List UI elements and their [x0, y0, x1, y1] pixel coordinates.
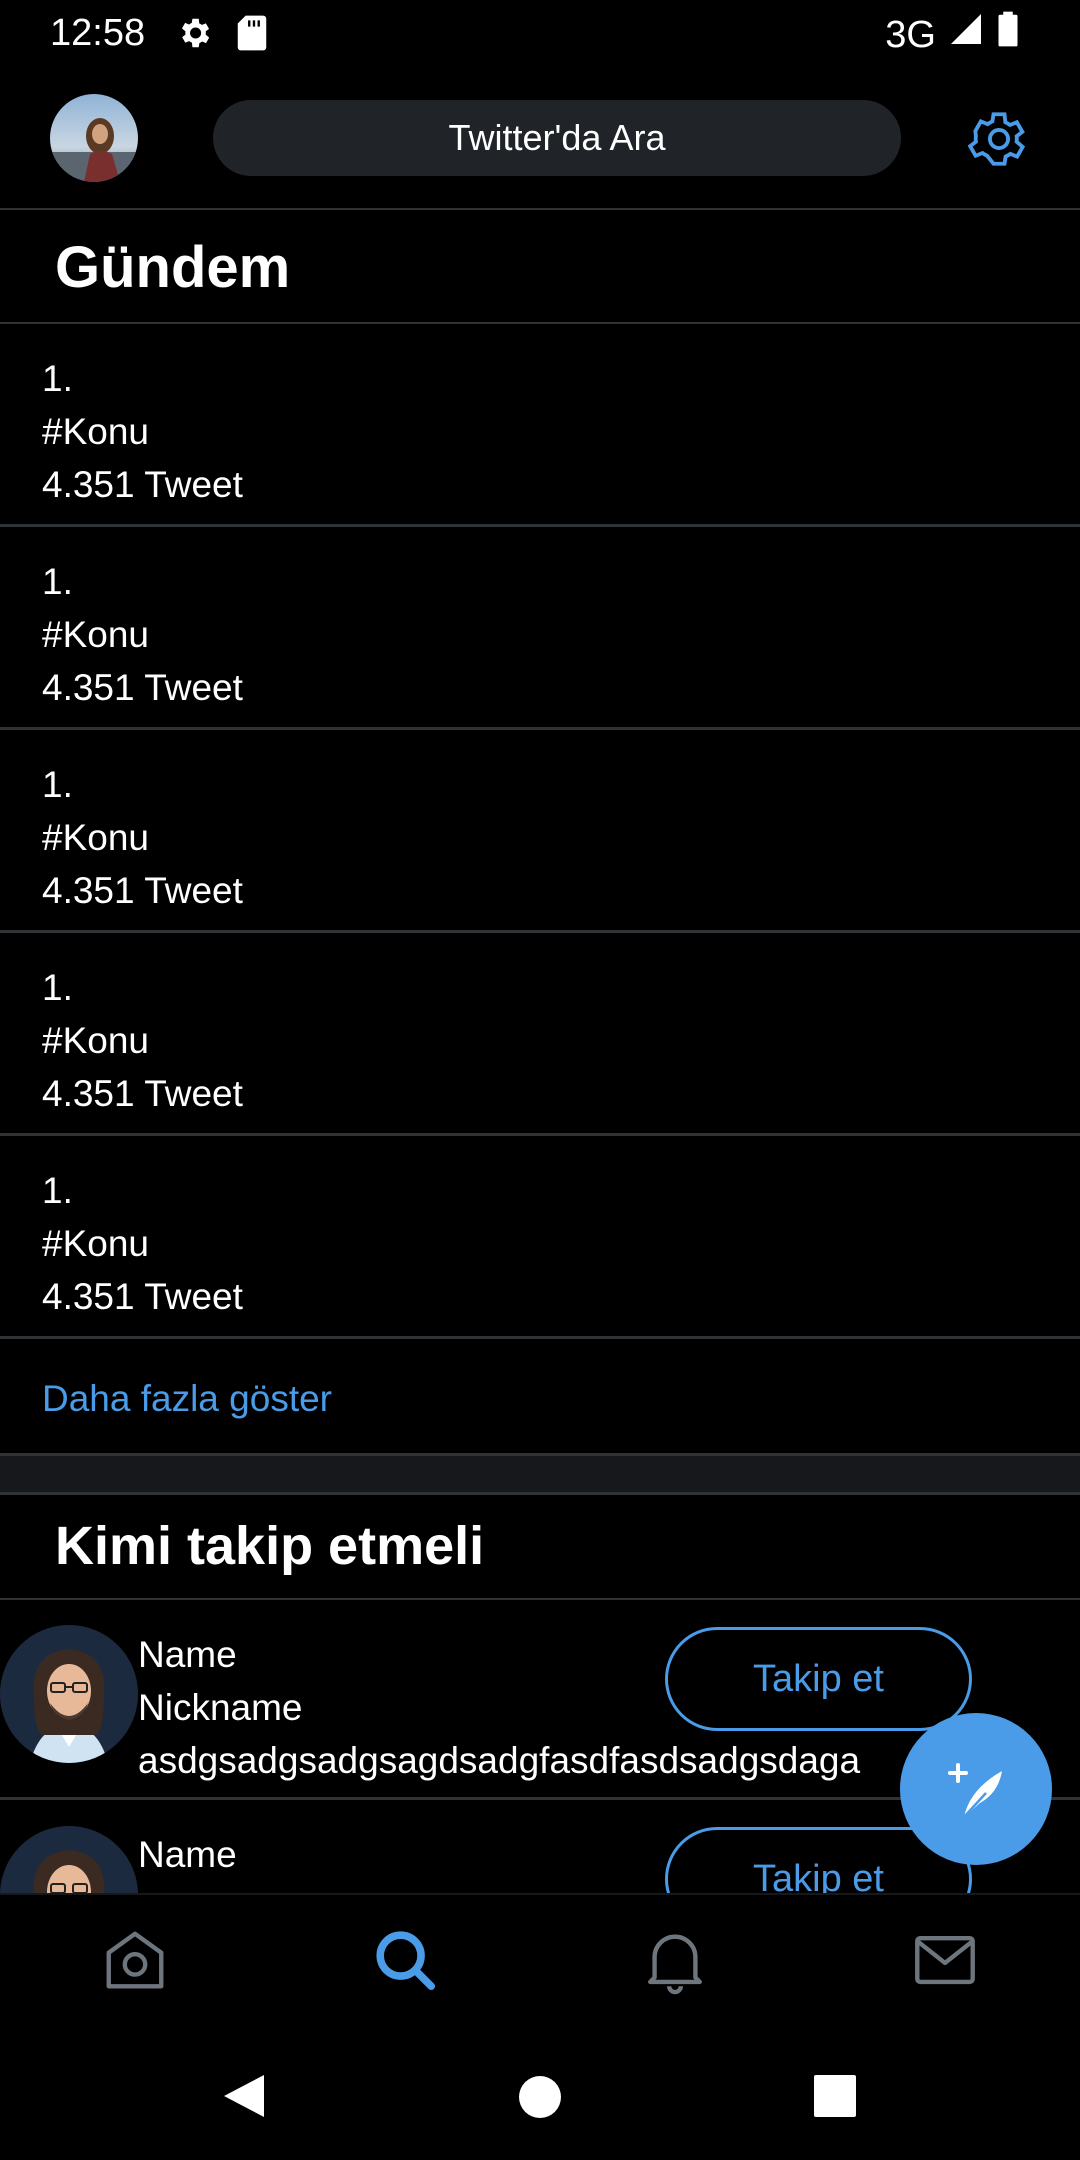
trend-count: 4.351 Tweet — [42, 1276, 243, 1317]
explore-screen: 12:58 3G Twitter'da Ara Gündem 1. #Konu … — [0, 0, 1080, 2160]
trend-count: 4.351 Tweet — [42, 1073, 243, 1114]
status-right: 3G — [885, 10, 1020, 59]
user-bio: asdgsadgsadgsagdsadgfasdfasdsadgsdaga — [138, 1740, 861, 1781]
trend-rank: 1. — [42, 358, 73, 399]
trend-rank: 1. — [42, 764, 73, 805]
trend-count: 4.351 Tweet — [42, 464, 243, 505]
trend-topic: #Konu — [42, 614, 149, 655]
trend-list: 1. #Konu 4.351 Tweet 1. #Konu 4.351 Twee… — [0, 324, 1080, 1339]
trends-title: Gündem — [55, 235, 291, 300]
search-input[interactable]: Twitter'da Ara — [213, 100, 901, 176]
sd-card-icon — [235, 14, 269, 57]
user-nickname: Nickname — [138, 1881, 303, 1893]
mail-icon[interactable] — [910, 1925, 980, 1995]
bottom-navigation — [0, 1893, 1080, 2033]
signal-icon — [948, 11, 984, 58]
search-icon[interactable] — [370, 1925, 440, 1995]
trend-item[interactable]: 1. #Konu 4.351 Tweet — [0, 1136, 1080, 1339]
top-header: Twitter'da Ara — [0, 66, 1080, 210]
who-to-follow-header: Kimi takip etmeli — [0, 1495, 1080, 1600]
user-avatar[interactable] — [0, 1826, 138, 1893]
follow-button[interactable]: Takip et — [665, 1627, 972, 1731]
user-avatar[interactable] — [0, 1625, 138, 1763]
recents-square-icon[interactable] — [814, 2075, 856, 2117]
trend-item[interactable]: 1. #Konu 4.351 Tweet — [0, 730, 1080, 933]
trend-rank: 1. — [42, 1170, 73, 1211]
trend-topic: #Konu — [42, 1020, 149, 1061]
trend-item[interactable]: 1. #Konu 4.351 Tweet — [0, 527, 1080, 730]
trend-rank: 1. — [42, 967, 73, 1008]
home-icon[interactable] — [100, 1925, 170, 1995]
bell-icon[interactable] — [640, 1925, 710, 1995]
profile-avatar[interactable] — [50, 94, 138, 182]
status-left-icons — [175, 14, 269, 57]
user-info: Name Nickname — [138, 1828, 303, 1893]
compose-feather-icon — [948, 1763, 1002, 1818]
battery-icon — [996, 10, 1020, 59]
user-name: Name — [138, 1834, 237, 1875]
trend-item[interactable]: 1. #Konu 4.351 Tweet — [0, 933, 1080, 1136]
status-bar: 12:58 3G — [0, 0, 1080, 66]
compose-tweet-button[interactable] — [900, 1713, 1052, 1865]
show-more-label: Daha fazla göster — [42, 1378, 333, 1419]
back-icon[interactable] — [222, 2073, 266, 2119]
search-placeholder: Twitter'da Ara — [448, 117, 666, 158]
trend-topic: #Konu — [42, 817, 149, 858]
show-more-link[interactable]: Daha fazla göster — [0, 1348, 1080, 1456]
trend-topic: #Konu — [42, 411, 149, 452]
network-type: 3G — [885, 13, 936, 56]
trend-topic: #Konu — [42, 1223, 149, 1264]
trend-count: 4.351 Tweet — [42, 667, 243, 708]
home-circle-icon[interactable] — [518, 2075, 562, 2119]
who-to-follow-title: Kimi takip etmeli — [55, 1516, 485, 1576]
status-time: 12:58 — [50, 12, 146, 54]
trends-header: Gündem — [0, 210, 1080, 324]
trend-rank: 1. — [42, 561, 73, 602]
gear-icon[interactable] — [966, 106, 1032, 172]
trend-item[interactable]: 1. #Konu 4.351 Tweet — [0, 324, 1080, 527]
system-navigation-bar — [0, 2031, 1080, 2160]
trend-count: 4.351 Tweet — [42, 870, 243, 911]
section-divider — [0, 1456, 1080, 1495]
settings-gear-icon — [175, 14, 213, 57]
